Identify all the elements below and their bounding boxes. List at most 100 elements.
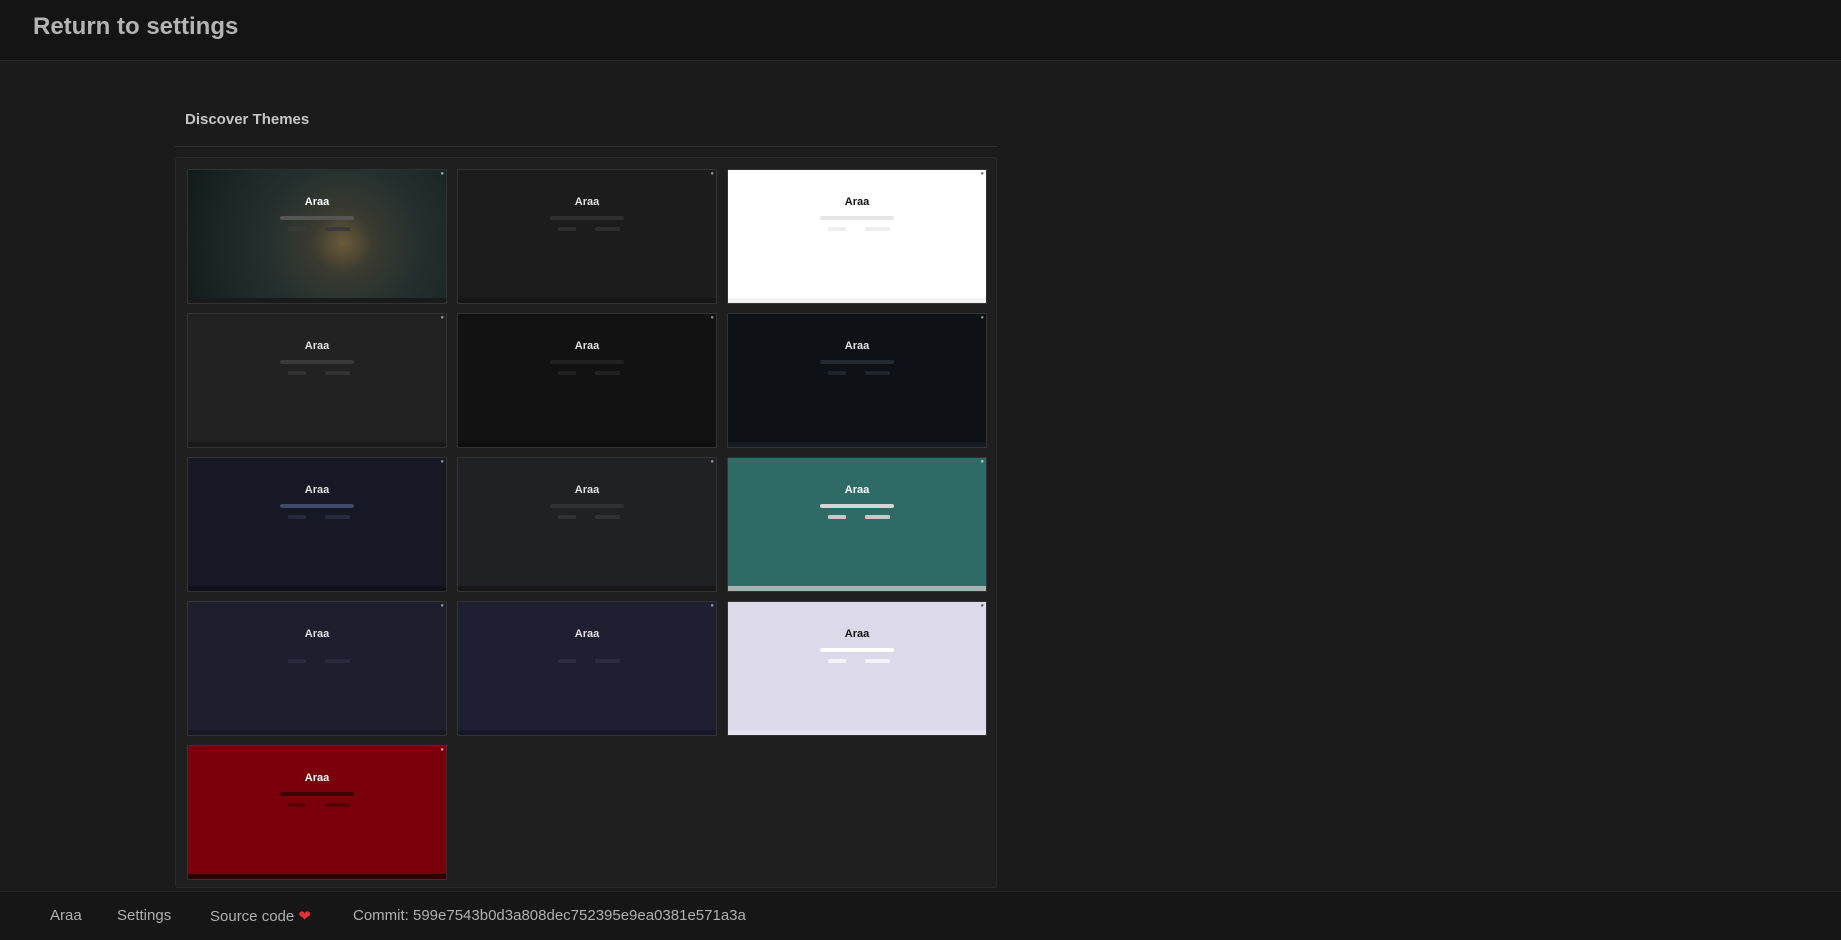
theme-preview-button (558, 371, 576, 375)
theme-preview-button (595, 371, 620, 375)
theme-card[interactable]: Araa ● (187, 601, 447, 736)
theme-logo: Araa (304, 196, 330, 208)
theme-search-bar (280, 216, 354, 220)
theme-search-bar (820, 648, 894, 652)
top-bar: Return to settings (0, 0, 1841, 61)
theme-preview-button (828, 227, 846, 231)
theme-preview-button (325, 659, 350, 663)
theme-search-bar (280, 792, 354, 796)
theme-corner-dot-icon: ● (980, 171, 984, 177)
footer-settings-link[interactable]: Settings (117, 907, 171, 924)
theme-logo: Araa (844, 628, 870, 640)
theme-preview-button (595, 227, 620, 231)
commit-hash: Commit: 599e7543b0d3a808dec752395e9ea038… (353, 907, 746, 924)
theme-logo: Araa (574, 196, 600, 208)
theme-footer (728, 442, 986, 447)
theme-search-bar (550, 504, 624, 508)
theme-footer (458, 298, 716, 303)
theme-logo: Araa (844, 340, 870, 352)
theme-corner-dot-icon: ● (440, 315, 444, 321)
theme-preview-button (288, 227, 306, 231)
theme-corner-dot-icon: ● (710, 603, 714, 609)
theme-card[interactable]: Araa ● (457, 313, 717, 448)
theme-preview-button (288, 803, 306, 807)
themes-panel: Araa ● Araa ● Araa ● Araa ● Araa ● Araa ● Araa ● Araa ●… (175, 157, 997, 888)
theme-preview-button (288, 515, 306, 519)
theme-search-bar (820, 216, 894, 220)
divider (175, 146, 997, 147)
theme-corner-dot-icon: ● (710, 459, 714, 465)
footer-source-code-link[interactable]: Source code ❤ (210, 907, 311, 925)
theme-corner-dot-icon: ● (710, 171, 714, 177)
theme-search-bar (550, 360, 624, 364)
source-code-label: Source code (210, 908, 295, 925)
theme-logo: Araa (844, 484, 870, 496)
theme-preview-button (865, 515, 890, 519)
theme-corner-dot-icon: ● (980, 459, 984, 465)
theme-preview-button (325, 227, 350, 231)
theme-search-bar (280, 504, 354, 508)
theme-footer (188, 874, 446, 879)
theme-logo: Araa (304, 484, 330, 496)
theme-card[interactable]: Araa ● (727, 169, 987, 304)
theme-preview-button (865, 371, 890, 375)
theme-search-bar (280, 648, 354, 652)
theme-footer (728, 730, 986, 735)
theme-logo: Araa (304, 772, 330, 784)
theme-card[interactable]: Araa ● (727, 457, 987, 592)
theme-logo: Araa (574, 340, 600, 352)
theme-footer (728, 298, 986, 303)
theme-footer (188, 442, 446, 447)
theme-footer (188, 730, 446, 735)
theme-corner-dot-icon: ● (710, 315, 714, 321)
theme-corner-dot-icon: ● (440, 747, 444, 753)
theme-preview-button (558, 659, 576, 663)
theme-card[interactable]: Araa ● (457, 169, 717, 304)
theme-corner-dot-icon: ● (980, 603, 984, 609)
theme-card[interactable]: Araa ● (457, 601, 717, 736)
theme-logo: Araa (574, 484, 600, 496)
theme-preview-button (828, 659, 846, 663)
theme-card[interactable]: Araa ● (187, 457, 447, 592)
theme-preview-button (595, 515, 620, 519)
theme-search-bar (550, 216, 624, 220)
theme-footer (188, 298, 446, 303)
theme-card[interactable]: Araa ● (457, 457, 717, 592)
footer-brand-link[interactable]: Araa (50, 907, 82, 924)
heart-icon: ❤ (298, 908, 311, 925)
theme-preview-button (325, 803, 350, 807)
theme-card[interactable]: Araa ● (187, 313, 447, 448)
theme-card[interactable]: Araa ● (187, 169, 447, 304)
theme-preview-button (595, 659, 620, 663)
return-to-settings-link[interactable]: Return to settings (33, 13, 238, 41)
theme-search-bar (820, 504, 894, 508)
theme-corner-dot-icon: ● (440, 603, 444, 609)
theme-preview-button (558, 227, 576, 231)
theme-card[interactable]: Araa ● (727, 601, 987, 736)
theme-corner-dot-icon: ● (980, 315, 984, 321)
theme-grid: Araa ● Araa ● Araa ● Araa ● Araa ● Araa ● Araa ● Araa ●… (187, 169, 987, 880)
theme-logo: Araa (574, 628, 600, 640)
theme-preview-button (558, 515, 576, 519)
theme-corner-dot-icon: ● (440, 171, 444, 177)
theme-preview-button (325, 371, 350, 375)
theme-search-bar (820, 360, 894, 364)
theme-preview-button (288, 659, 306, 663)
theme-footer (728, 586, 986, 591)
theme-card[interactable]: Araa ● (187, 745, 447, 880)
theme-search-bar (280, 360, 354, 364)
theme-preview-button (325, 515, 350, 519)
theme-footer (188, 586, 446, 591)
theme-corner-dot-icon: ● (440, 459, 444, 465)
theme-search-bar (550, 648, 624, 652)
theme-footer (458, 586, 716, 591)
theme-preview-button (828, 371, 846, 375)
theme-logo: Araa (304, 340, 330, 352)
theme-footer (458, 730, 716, 735)
theme-logo: Araa (304, 628, 330, 640)
theme-preview-button (288, 371, 306, 375)
theme-logo: Araa (844, 196, 870, 208)
theme-card[interactable]: Araa ● (727, 313, 987, 448)
theme-preview-button (828, 515, 846, 519)
section-title: Discover Themes (185, 111, 310, 128)
